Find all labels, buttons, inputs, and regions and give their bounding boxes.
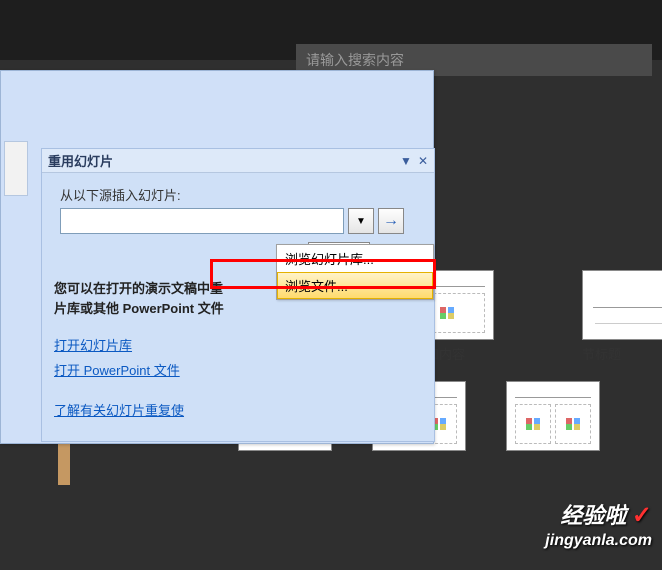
menu-item-browse-library[interactable]: 浏览幻灯片库... bbox=[277, 245, 433, 272]
chevron-down-icon: ▼ bbox=[356, 216, 366, 227]
link-learn-more[interactable]: 了解有关幻灯片重复使 bbox=[54, 399, 184, 424]
insert-from-label: 从以下源插入幻灯片: bbox=[60, 185, 422, 204]
link-open-file[interactable]: 打开 PowerPoint 文件 bbox=[54, 359, 184, 384]
check-icon: ✓ bbox=[632, 502, 652, 529]
source-path-input[interactable] bbox=[60, 208, 344, 234]
desc-line: 您可以在打开的演示文稿中重 bbox=[54, 281, 223, 296]
browse-dropdown-menu: 浏览幻灯片库... 浏览文件... bbox=[276, 244, 434, 300]
pane-titlebar: 重用幻灯片 ▼ ✕ bbox=[42, 149, 434, 173]
dropdown-button[interactable]: ▼ bbox=[348, 208, 374, 234]
pane-grip[interactable] bbox=[4, 141, 28, 196]
pane-description: 您可以在打开的演示文稿中重 片库或其他 PowerPoint 文件 bbox=[54, 279, 224, 318]
desc-line: 片库或其他 PowerPoint 文件 bbox=[54, 301, 224, 316]
watermark-brand: 经验啦 bbox=[560, 503, 626, 528]
reuse-slides-pane: 重用幻灯片 ▼ ✕ 从以下源插入幻灯片: ▼ → 浏览 ▼ 浏览幻灯片库... … bbox=[41, 148, 435, 442]
layout-thumb-section-header[interactable] bbox=[582, 270, 662, 340]
watermark: 经验啦 ✓ jingyanla.com bbox=[545, 502, 652, 550]
layout-caption: 节标题 bbox=[582, 344, 662, 363]
layout-thumb[interactable] bbox=[506, 381, 600, 451]
link-open-library[interactable]: 打开幻灯片库 bbox=[54, 334, 184, 359]
menu-item-browse-file[interactable]: 浏览文件... bbox=[277, 272, 433, 299]
pane-links: 打开幻灯片库 打开 PowerPoint 文件 了解有关幻灯片重复使 bbox=[54, 334, 184, 424]
arrow-right-icon: → bbox=[383, 212, 399, 230]
watermark-url: jingyanla.com bbox=[545, 531, 652, 550]
close-icon[interactable]: ✕ bbox=[418, 154, 428, 168]
pane-menu-icon[interactable]: ▼ bbox=[400, 154, 412, 168]
go-button[interactable]: → bbox=[378, 208, 404, 234]
pane-title: 重用幻灯片 bbox=[48, 151, 113, 170]
